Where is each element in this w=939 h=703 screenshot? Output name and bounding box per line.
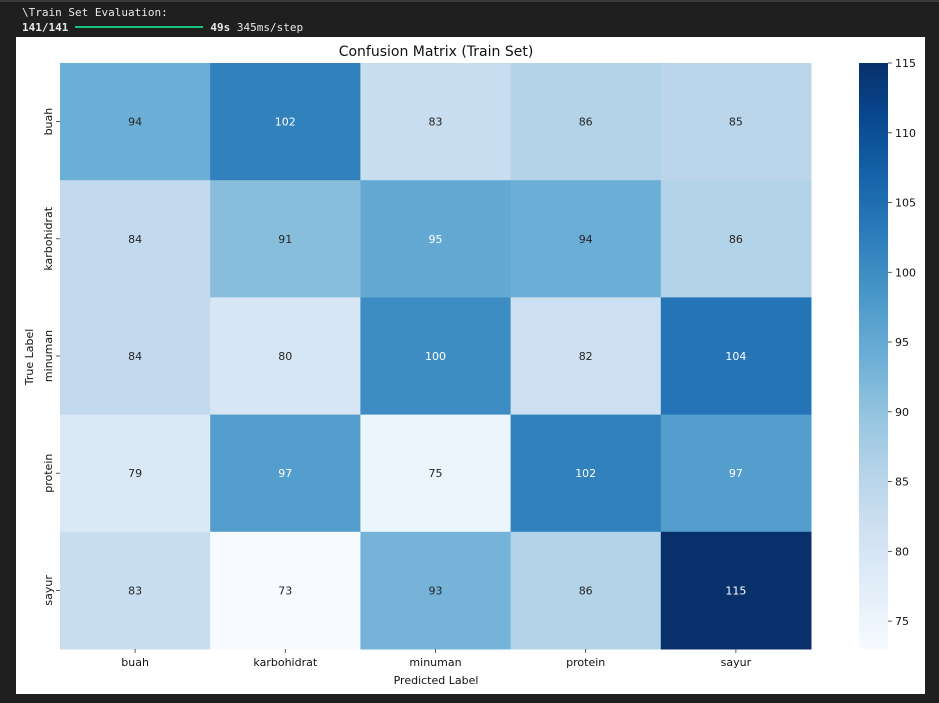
colorbar-tick-label: 80 (895, 545, 909, 558)
cell-value-label: 95 (429, 233, 443, 246)
top-divider (0, 0, 939, 2)
cell-value-label: 82 (579, 350, 593, 363)
y-tick-label: karbohidrat (42, 206, 55, 270)
cell-value-label: 102 (275, 116, 296, 129)
y-tick-label: protein (42, 454, 55, 493)
cell-value-label: 104 (725, 350, 746, 363)
colorbar-tick-label: 115 (895, 57, 916, 70)
cell-value-label: 85 (729, 116, 743, 129)
cell-value-label: 115 (725, 584, 746, 597)
cell-value-label: 84 (128, 233, 142, 246)
cell-value-label: 97 (278, 467, 292, 480)
colorbar-tick-label: 85 (895, 476, 909, 489)
cell-value-label: 80 (278, 350, 292, 363)
y-tick-label: sayur (42, 575, 55, 606)
x-axis-label: Predicted Label (394, 674, 479, 687)
colorbar-tick-label: 95 (895, 336, 909, 349)
console-output: \Train Set Evaluation: 141/141 49s 345ms… (22, 5, 303, 35)
x-tick-label: protein (566, 656, 605, 669)
cell-value-label: 83 (128, 584, 142, 597)
x-tick-label: karbohidrat (253, 656, 317, 669)
cell-value-label: 84 (128, 350, 142, 363)
cell-value-label: 94 (128, 116, 142, 129)
y-tick-label: minuman (42, 330, 55, 382)
cell-value-label: 86 (729, 233, 743, 246)
y-tick-label: buah (42, 108, 55, 136)
x-tick-label: buah (121, 656, 149, 669)
colorbar-tick-label: 90 (895, 406, 909, 419)
colorbar (859, 63, 888, 649)
cell-value-label: 94 (579, 233, 593, 246)
progress-line: 141/141 49s 345ms/step (22, 20, 303, 35)
cell-value-label: 91 (278, 233, 292, 246)
colorbar-tick-label: 110 (895, 127, 916, 140)
confusion-matrix-chart: Confusion Matrix (Train Set) 94 102 83 86 85… (23, 44, 916, 687)
cell-value-label: 100 (425, 350, 446, 363)
step-count: 141/141 (22, 21, 69, 34)
cell-value-label: 86 (579, 116, 593, 129)
colorbar-tick-label: 105 (895, 197, 916, 210)
cell-value-label: 79 (128, 467, 142, 480)
console-title: \Train Set Evaluation: (22, 6, 168, 19)
cell-value-label: 83 (429, 116, 443, 129)
x-tick-label: sayur (721, 656, 752, 669)
cell-value-label: 97 (729, 467, 743, 480)
y-axis-label: True Label (23, 329, 36, 387)
cell-value-label: 93 (429, 584, 443, 597)
timing-step: 345ms/step (236, 21, 304, 34)
cell-value-label: 102 (575, 467, 596, 480)
colorbar-tick-label: 100 (895, 266, 916, 279)
chart-figure: Confusion Matrix (Train Set) 94 102 83 86 85… (16, 37, 925, 694)
cell-value-label: 86 (579, 584, 593, 597)
cell-value-label: 73 (278, 584, 292, 597)
x-tick-label: minuman (409, 656, 461, 669)
chart-title: Confusion Matrix (Train Set) (339, 44, 534, 60)
cell-value-label: 75 (429, 467, 443, 480)
timing-total: 49s (210, 21, 231, 34)
colorbar-tick-label: 75 (895, 615, 909, 628)
progress-bar (75, 25, 204, 28)
